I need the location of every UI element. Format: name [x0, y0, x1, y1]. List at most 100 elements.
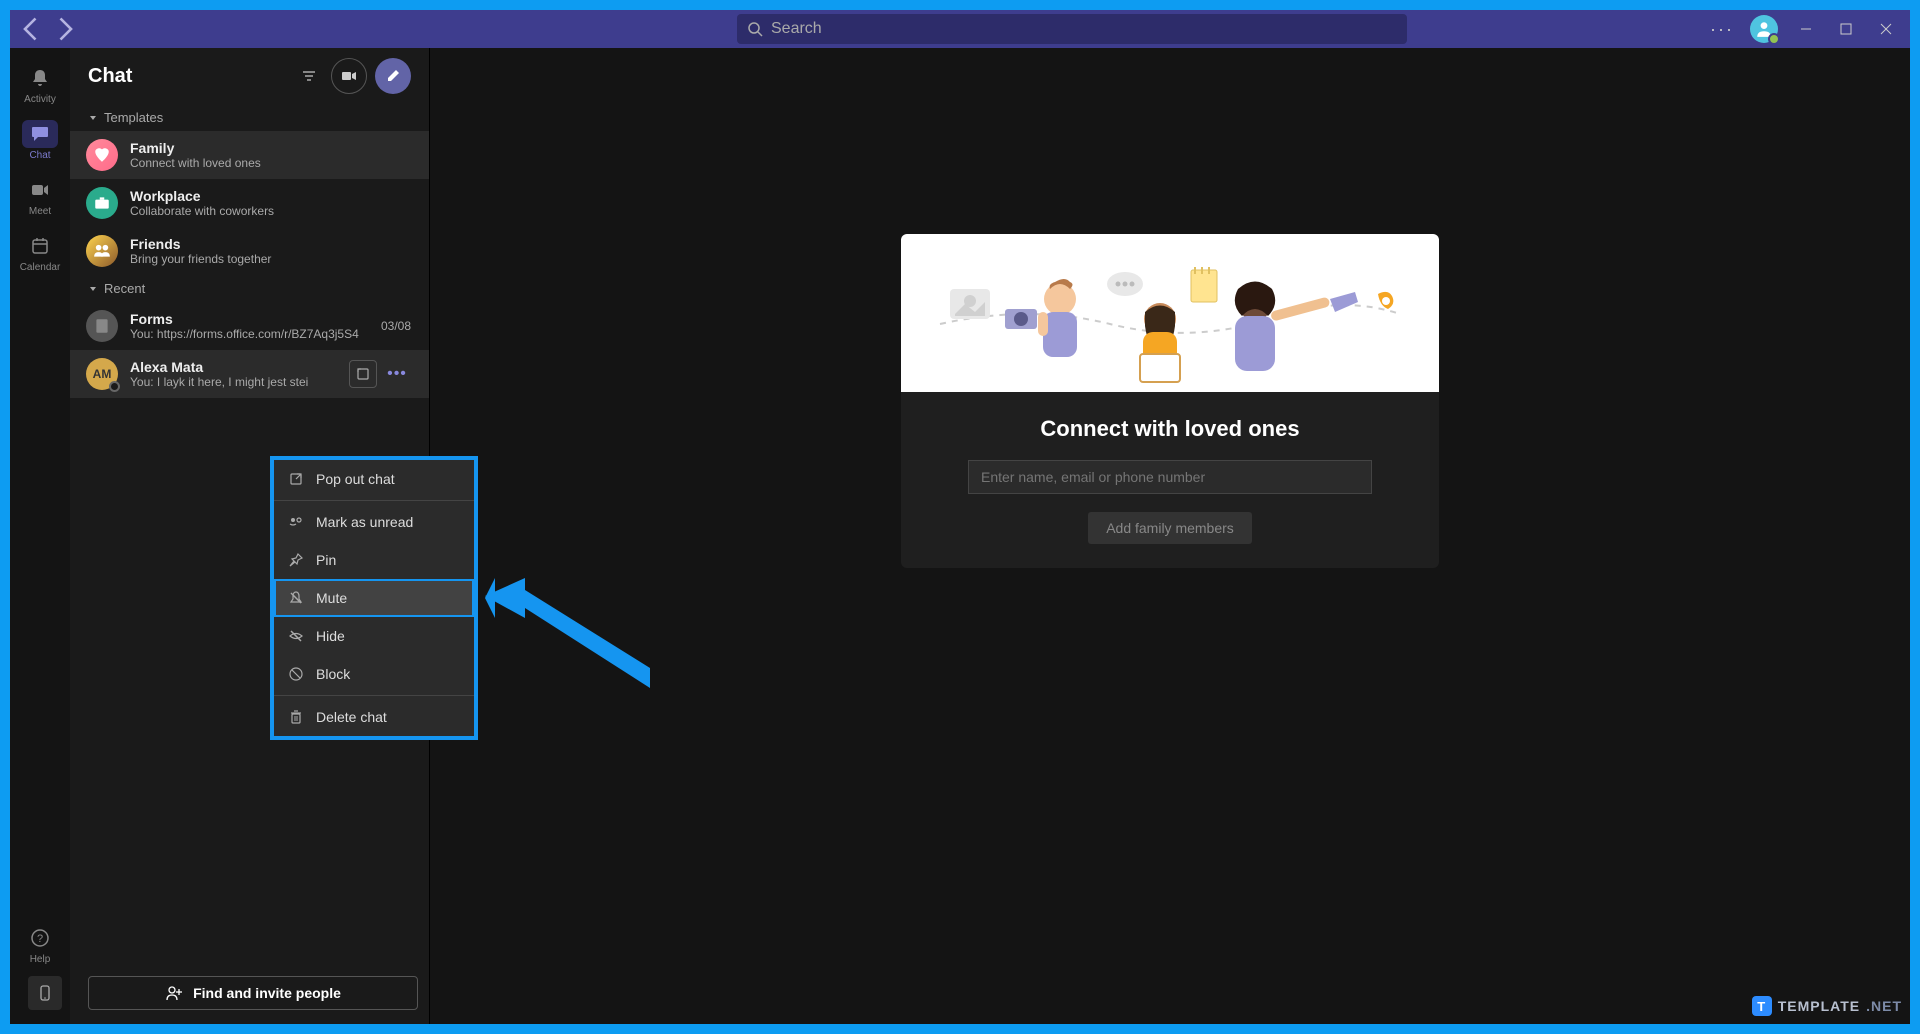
templates-list: Family Connect with loved ones Workplace…: [70, 131, 429, 275]
chat-item-friends[interactable]: Friends Bring your friends together: [70, 227, 429, 275]
invite-people-button[interactable]: Find and invite people: [88, 976, 418, 1010]
rail-chat[interactable]: Chat: [12, 114, 68, 166]
ctx-mute[interactable]: Mute: [274, 579, 474, 617]
context-menu: Pop out chat Mark as unread Pin Mute: [270, 456, 478, 740]
watermark-icon: T: [1752, 996, 1772, 1016]
invite-label: Find and invite people: [193, 985, 341, 1001]
camera-icon: [341, 68, 357, 84]
chat-header: Chat: [70, 48, 429, 104]
chat-item-forms[interactable]: Forms You: https://forms.office.com/r/BZ…: [70, 302, 429, 350]
svg-text:?: ?: [37, 933, 43, 945]
chevron-down-icon: [88, 284, 98, 294]
section-recent[interactable]: Recent: [70, 275, 429, 302]
video-icon: [30, 180, 50, 200]
ctx-divider: [274, 500, 474, 501]
forms-avatar: [86, 310, 118, 342]
minimize-button[interactable]: [1790, 15, 1822, 43]
filter-icon: [301, 68, 317, 84]
recent-list: Forms You: https://forms.office.com/r/BZ…: [70, 302, 429, 398]
app-window: Search ··· Activity Chat: [10, 10, 1910, 1024]
rail-help[interactable]: ? Help: [12, 918, 68, 970]
section-templates[interactable]: Templates: [70, 104, 429, 131]
phone-link-button[interactable]: [28, 976, 62, 1010]
title-right: ···: [1706, 15, 1902, 44]
workplace-avatar: [86, 187, 118, 219]
search-icon: [747, 21, 763, 37]
ctx-hide[interactable]: Hide: [274, 617, 474, 655]
ctx-popout[interactable]: Pop out chat: [274, 460, 474, 498]
briefcase-icon: [93, 194, 111, 212]
chat-name: Family: [130, 140, 411, 156]
rail-activity[interactable]: Activity: [12, 58, 68, 110]
ctx-unread[interactable]: Mark as unread: [274, 503, 474, 541]
chat-name: Alexa Mata: [130, 359, 337, 375]
hero-card: Connect with loved ones Add family membe…: [901, 234, 1439, 568]
ctx-pin-label: Pin: [316, 552, 336, 568]
more-button[interactable]: •••: [383, 360, 411, 388]
chat-item-family[interactable]: Family Connect with loved ones: [70, 131, 429, 179]
back-button[interactable]: [18, 15, 46, 43]
chat-name: Friends: [130, 236, 411, 252]
window-controls: [1790, 15, 1902, 43]
hero-illustration: [901, 234, 1439, 392]
pin-icon: [288, 552, 304, 568]
ctx-mute-label: Mute: [316, 590, 347, 606]
section-templates-label: Templates: [104, 110, 163, 125]
search-placeholder: Search: [771, 20, 822, 38]
unread-icon: [288, 514, 304, 530]
nav-arrows: [18, 15, 78, 43]
family-illustration: [910, 234, 1430, 392]
ctx-delete[interactable]: Delete chat: [274, 698, 474, 736]
ctx-unread-label: Mark as unread: [316, 514, 413, 530]
phone-icon: [36, 984, 54, 1002]
add-members-button[interactable]: Add family members: [1088, 512, 1252, 544]
ctx-delete-label: Delete chat: [316, 709, 387, 725]
new-chat-button[interactable]: [375, 58, 411, 94]
ctx-pin[interactable]: Pin: [274, 541, 474, 579]
search-input[interactable]: Search: [737, 14, 1407, 44]
hero-body: Connect with loved ones Add family membe…: [901, 392, 1439, 568]
section-recent-label: Recent: [104, 281, 145, 296]
rail-meet-label: Meet: [29, 206, 51, 217]
close-button[interactable]: [1870, 15, 1902, 43]
video-call-button[interactable]: [331, 58, 367, 94]
block-icon: [288, 666, 304, 682]
ctx-block[interactable]: Block: [274, 655, 474, 693]
chat-sub: You: https://forms.office.com/r/BZ7Aq3j5…: [130, 327, 369, 341]
people-icon: [93, 242, 111, 260]
hero-input[interactable]: [968, 460, 1372, 494]
chevron-down-icon: [88, 113, 98, 123]
trash-icon: [288, 709, 304, 725]
profile-avatar[interactable]: [1750, 15, 1778, 43]
mute-icon: [288, 590, 304, 606]
chat-sub: Collaborate with coworkers: [130, 204, 411, 218]
forward-button[interactable]: [50, 15, 78, 43]
chat-name: Workplace: [130, 188, 411, 204]
chat-title: Chat: [88, 65, 287, 88]
chat-date: 03/08: [381, 319, 411, 333]
popout-button[interactable]: [349, 360, 377, 388]
rail-chat-label: Chat: [29, 150, 50, 161]
hide-icon: [288, 628, 304, 644]
rail-activity-label: Activity: [24, 94, 56, 105]
watermark-brand: TEMPLATE: [1778, 998, 1860, 1014]
rail-meet[interactable]: Meet: [12, 170, 68, 222]
chat-item-alexa[interactable]: AM Alexa Mata You: I layk it here, I mig…: [70, 350, 429, 398]
rail-help-label: Help: [30, 954, 51, 965]
avatar-initials: AM: [93, 367, 112, 381]
search-wrapper: Search: [438, 14, 1706, 44]
chat-sub: Connect with loved ones: [130, 156, 411, 170]
presence-indicator: [1768, 33, 1780, 45]
main-area: Activity Chat Meet Calendar ? Help: [10, 48, 1910, 1024]
popout-icon: [288, 471, 304, 487]
filter-button[interactable]: [295, 62, 323, 90]
rail-calendar[interactable]: Calendar: [12, 226, 68, 278]
ctx-divider: [274, 695, 474, 696]
chat-panel: Chat Templates Family Connect with loved…: [70, 48, 430, 1024]
more-options-button[interactable]: ···: [1706, 15, 1738, 44]
chat-item-workplace[interactable]: Workplace Collaborate with coworkers: [70, 179, 429, 227]
status-offline: [109, 381, 120, 392]
maximize-button[interactable]: [1830, 15, 1862, 43]
hero-title: Connect with loved ones: [1040, 416, 1299, 442]
content-area: Connect with loved ones Add family membe…: [430, 48, 1910, 1024]
